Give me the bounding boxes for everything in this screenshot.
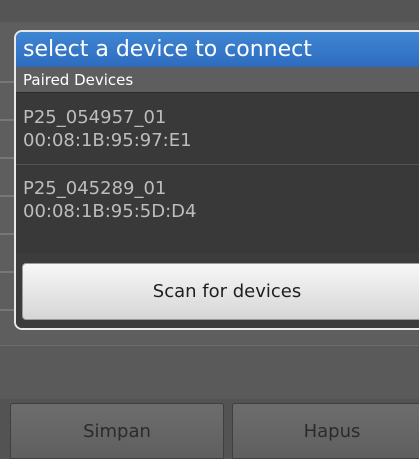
hapus-button-label: Hapus — [303, 420, 361, 442]
paired-devices-header: Paired Devices — [16, 67, 419, 93]
dialog-title: select a device to connect — [16, 32, 419, 67]
dialog-footer: Scan for devices — [16, 253, 419, 328]
simpan-button[interactable]: Simpan — [10, 403, 224, 459]
device-item-2[interactable]: P25_045289_01 00:08:1B:95:5D:D4 — [16, 165, 419, 235]
bottom-button-bar: Simpan Hapus — [0, 399, 419, 459]
device-name: P25_045289_01 — [23, 178, 167, 199]
hapus-button[interactable]: Hapus — [232, 403, 419, 459]
device-picker-dialog: select a device to connect Paired Device… — [14, 30, 419, 330]
background-strip — [0, 345, 419, 400]
paired-device-list: P25_054957_01 00:08:1B:95:97:E1 P25_0452… — [16, 93, 419, 235]
device-name: P25_054957_01 — [23, 106, 167, 128]
scan-for-devices-button[interactable]: Scan for devices — [22, 263, 419, 320]
scan-button-label: Scan for devices — [152, 281, 302, 302]
simpan-button-label: Simpan — [83, 420, 151, 442]
device-address: 00:08:1B:95:5D:D4 — [23, 201, 197, 222]
status-area — [0, 0, 419, 22]
device-item-1[interactable]: P25_054957_01 00:08:1B:95:97:E1 — [16, 93, 419, 165]
background-form-edge — [0, 45, 14, 325]
device-address: 00:08:1B:95:97:E1 — [23, 129, 192, 151]
